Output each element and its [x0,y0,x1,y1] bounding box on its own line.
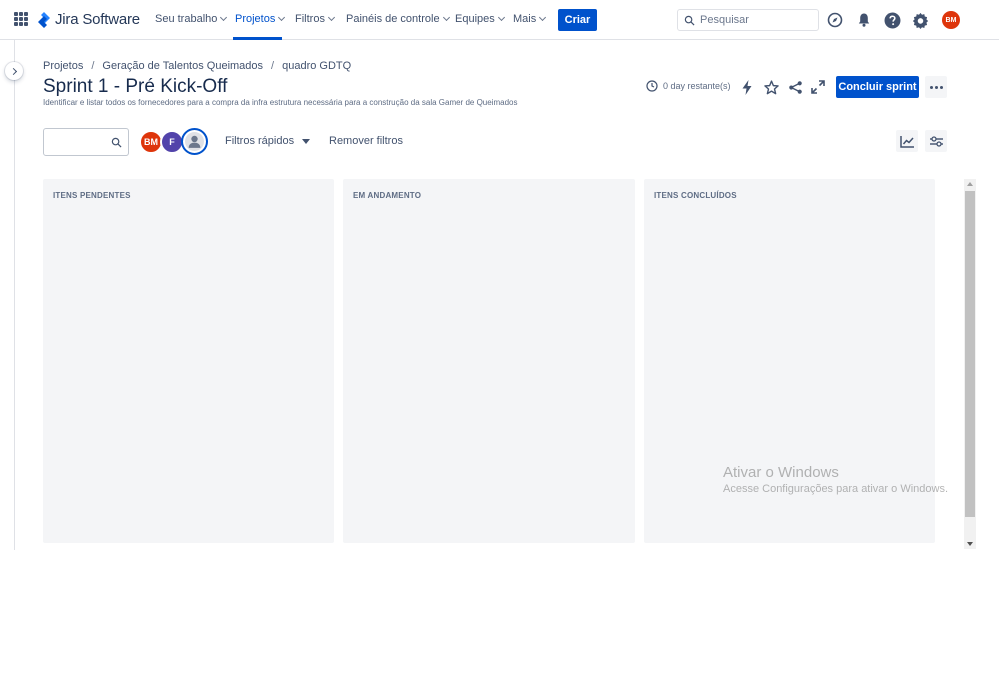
quick-filters-label: Filtros rápidos [225,135,295,147]
nav-mais[interactable]: Mais [513,13,547,25]
unassigned-avatar-icon[interactable] [181,128,208,155]
fullscreen-icon[interactable] [810,79,826,95]
scroll-down-arrow-icon[interactable] [967,542,973,546]
breadcrumb: Projetos / Geração de Talentos Queimados… [43,60,351,72]
gear-icon[interactable] [911,11,929,29]
vertical-scrollbar[interactable] [964,179,976,549]
board-search-input[interactable] [43,128,129,156]
logo-text: Jira Software [55,11,140,28]
nav-label: Projetos [235,13,276,25]
nav-filtros[interactable]: Filtros [295,13,335,25]
breadcrumb-item-board[interactable]: quadro GDTQ [282,60,351,72]
view-settings-icon[interactable] [925,130,947,152]
chevron-down-icon [220,13,228,22]
create-button[interactable]: Criar [558,9,597,31]
remaining-text: 0 day restante(s) [663,81,731,91]
sidebar-collapsed [0,40,15,550]
column-title: ITENS PENDENTES [53,191,131,200]
nav-label: Equipes [455,13,495,25]
sprint-remaining: 0 day restante(s) [646,80,731,92]
chevron-down-icon [497,13,505,22]
page-title: Sprint 1 - Pré Kick-Off [43,76,228,97]
expand-sidebar-button[interactable] [5,62,23,80]
jira-logo[interactable]: Jira Software [37,11,140,28]
share-icon[interactable] [787,79,803,95]
insights-chart-icon[interactable] [896,130,918,152]
breadcrumb-separator: / [271,60,275,72]
chevron-right-icon [9,67,17,75]
jira-logo-icon [38,11,50,28]
active-nav-indicator [233,37,282,40]
breadcrumb-item-projetos[interactable]: Projetos [43,60,83,72]
breadcrumb-item-project[interactable]: Geração de Talentos Queimados [102,60,263,72]
quick-filters-dropdown[interactable]: Filtros rápidos [225,135,311,147]
more-options-icon[interactable] [925,76,947,98]
clear-filters-button[interactable]: Remover filtros [329,135,403,147]
windows-watermark-title: Ativar o Windows [723,464,839,481]
nav-label: Mais [513,13,537,25]
search-icon [684,15,695,26]
nav-label: Seu trabalho [155,13,218,25]
caret-down-icon [302,138,311,144]
global-search[interactable] [677,9,819,31]
nav-projetos[interactable]: Projetos [235,13,286,25]
board-column-pending[interactable]: ITENS PENDENTES [43,179,334,543]
automation-icon[interactable] [739,79,755,95]
complete-sprint-button[interactable]: Concluir sprint [836,76,919,98]
compass-icon[interactable] [826,11,844,29]
chevron-down-icon [327,13,335,22]
chevron-down-icon [442,13,450,22]
chevron-down-icon [539,13,547,22]
board-column-in-progress[interactable]: EM ANDAMENTO [343,179,635,543]
breadcrumb-separator: / [91,60,95,72]
nav-label: Filtros [295,13,325,25]
scroll-thumb[interactable] [965,191,975,517]
column-title: ITENS CONCLUÍDOS [654,191,737,200]
scroll-up-arrow-icon[interactable] [967,182,973,186]
column-title: EM ANDAMENTO [353,191,422,200]
help-icon[interactable] [883,11,901,29]
nav-label: Painéis de controle [346,13,440,25]
search-input[interactable] [700,14,810,26]
top-navigation: Jira Software Seu trabalho Projetos Filt… [0,0,999,40]
app-switcher-icon[interactable] [14,12,28,26]
user-avatar[interactable]: BM [942,11,960,29]
nav-seu-trabalho[interactable]: Seu trabalho [155,13,228,25]
star-icon[interactable] [763,79,779,95]
search-icon [111,137,122,148]
nav-paineis[interactable]: Painéis de controle [346,13,450,25]
sprint-goal: Identificar e listar todos os fornecedor… [43,98,518,107]
nav-equipes[interactable]: Equipes [455,13,505,25]
bell-icon[interactable] [855,11,873,29]
chevron-down-icon [278,13,286,22]
clock-icon [646,80,658,92]
windows-watermark-subtitle: Acesse Configurações para ativar o Windo… [723,483,948,495]
